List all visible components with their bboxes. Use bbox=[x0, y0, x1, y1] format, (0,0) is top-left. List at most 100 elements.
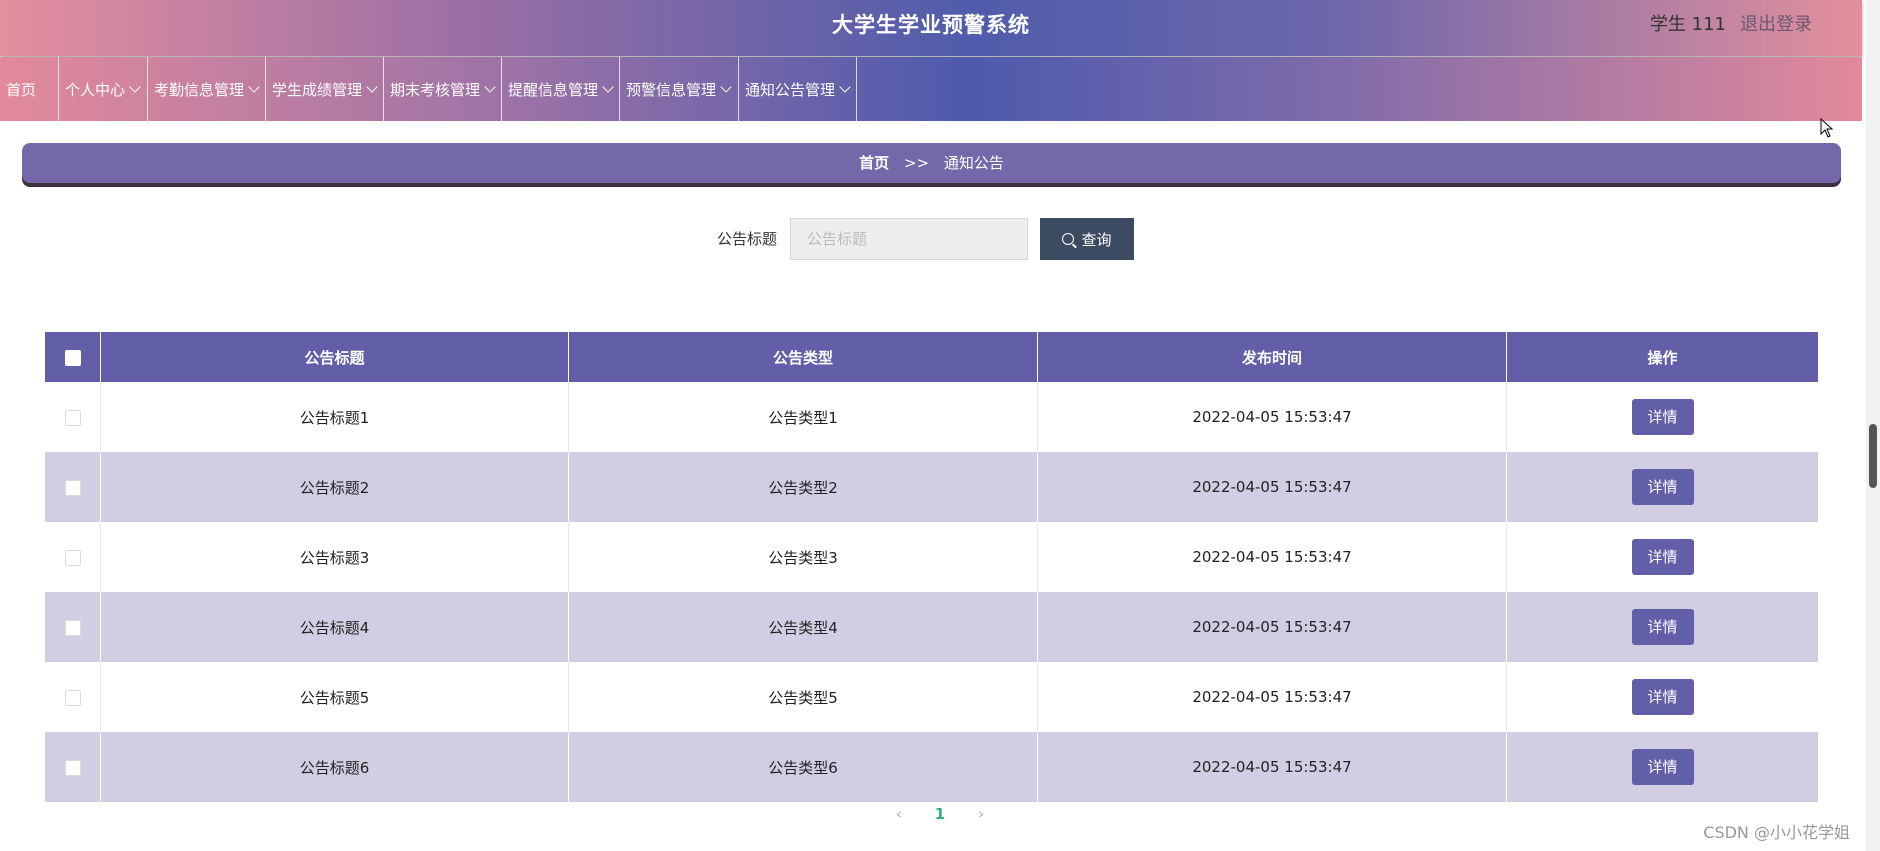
table-header-row: 公告标题 公告类型 发布时间 操作 bbox=[45, 332, 1818, 382]
column-header-action: 操作 bbox=[1506, 332, 1818, 382]
row-select-cell bbox=[45, 452, 101, 522]
cell-time: 2022-04-05 15:53:47 bbox=[1037, 592, 1507, 662]
cell-type: 公告类型5 bbox=[568, 662, 1038, 732]
app-title: 大学生学业预警系统 bbox=[832, 13, 1030, 37]
cell-action: 详情 bbox=[1507, 382, 1819, 452]
breadcrumb-current: 通知公告 bbox=[943, 154, 1004, 172]
search-bar: 公告标题 查询 bbox=[0, 218, 1880, 260]
nav-item-personal-center[interactable]: 个人中心 bbox=[59, 57, 148, 121]
nav-item-reminders[interactable]: 提醒信息管理 bbox=[502, 57, 620, 121]
cell-type: 公告类型4 bbox=[568, 592, 1038, 662]
table-row: 公告标题2 公告类型2 2022-04-05 15:53:47 详情 bbox=[45, 452, 1818, 522]
nav-item-label: 提醒信息管理 bbox=[508, 80, 599, 99]
cell-time: 2022-04-05 15:53:47 bbox=[1037, 662, 1507, 732]
cell-action: 详情 bbox=[1506, 452, 1818, 522]
nav-item-attendance[interactable]: 考勤信息管理 bbox=[148, 57, 266, 121]
detail-button[interactable]: 详情 bbox=[1631, 469, 1694, 505]
search-button[interactable]: 查询 bbox=[1040, 218, 1134, 260]
nav-item-label: 学生成绩管理 bbox=[272, 80, 363, 99]
row-select-cell bbox=[45, 522, 101, 592]
row-select-cell bbox=[45, 662, 101, 732]
cell-type: 公告类型6 bbox=[568, 732, 1038, 802]
table-row: 公告标题5 公告类型5 2022-04-05 15:53:47 详情 bbox=[45, 662, 1818, 732]
table-row: 公告标题6 公告类型6 2022-04-05 15:53:47 详情 bbox=[45, 732, 1818, 802]
nav-item-label: 通知公告管理 bbox=[745, 80, 836, 99]
nav-item-final-exams[interactable]: 期末考核管理 bbox=[384, 57, 502, 121]
main-nav: 首页 个人中心 考勤信息管理 学生成绩管理 期末考核管理 提醒信息管理 预警信息… bbox=[0, 57, 1862, 121]
detail-button[interactable]: 详情 bbox=[1631, 679, 1694, 715]
nav-item-label: 预警信息管理 bbox=[626, 80, 717, 99]
scrollbar-thumb[interactable] bbox=[1869, 424, 1877, 488]
detail-button[interactable]: 详情 bbox=[1631, 749, 1694, 785]
chevron-down-icon bbox=[248, 80, 260, 93]
search-button-label: 查询 bbox=[1081, 231, 1112, 249]
table-row: 公告标题1 公告类型1 2022-04-05 15:53:47 详情 bbox=[45, 382, 1818, 452]
user-name: 学生 111 bbox=[1649, 14, 1726, 35]
cell-time: 2022-04-05 15:53:47 bbox=[1037, 732, 1507, 802]
row-select-cell bbox=[45, 732, 101, 802]
chevron-down-icon bbox=[720, 80, 732, 93]
column-header-title: 公告标题 bbox=[100, 332, 569, 382]
row-checkbox[interactable] bbox=[64, 689, 81, 706]
cell-time: 2022-04-05 15:53:47 bbox=[1037, 452, 1507, 522]
cell-action: 详情 bbox=[1507, 662, 1819, 732]
nav-item-warnings[interactable]: 预警信息管理 bbox=[620, 57, 739, 121]
row-checkbox[interactable] bbox=[64, 549, 81, 566]
row-checkbox[interactable] bbox=[64, 479, 81, 496]
chevron-down-icon bbox=[484, 80, 496, 93]
cell-time: 2022-04-05 15:53:47 bbox=[1037, 522, 1507, 592]
nav-item-label: 考勤信息管理 bbox=[154, 80, 245, 99]
next-page-button[interactable]: › bbox=[978, 805, 984, 823]
nav-item-label: 个人中心 bbox=[65, 80, 126, 99]
app-header: 大学生学业预警系统 学生 111 退出登录 bbox=[0, 0, 1862, 56]
nav-item-label: 期末考核管理 bbox=[390, 80, 481, 99]
cell-action: 详情 bbox=[1506, 592, 1818, 662]
cell-title: 公告标题3 bbox=[100, 522, 569, 592]
column-header-type: 公告类型 bbox=[568, 332, 1038, 382]
row-checkbox[interactable] bbox=[64, 619, 81, 636]
breadcrumb: 首页 >> 通知公告 bbox=[22, 143, 1841, 183]
prev-page-button[interactable]: ‹ bbox=[896, 805, 902, 823]
cell-type: 公告类型1 bbox=[568, 382, 1038, 452]
cell-title: 公告标题6 bbox=[100, 732, 569, 802]
row-select-cell bbox=[45, 592, 101, 662]
watermark: CSDN @小小花学姐 bbox=[1703, 823, 1850, 842]
cell-title: 公告标题4 bbox=[100, 592, 569, 662]
cell-type: 公告类型2 bbox=[568, 452, 1038, 522]
search-icon bbox=[1062, 233, 1075, 245]
row-select-cell bbox=[45, 382, 101, 452]
detail-button[interactable]: 详情 bbox=[1631, 399, 1694, 435]
detail-button[interactable]: 详情 bbox=[1631, 609, 1694, 645]
announcement-table: 公告标题 公告类型 发布时间 操作 公告标题1 公告类型1 2022-04-05… bbox=[45, 332, 1818, 802]
nav-item-announcements[interactable]: 通知公告管理 bbox=[739, 57, 857, 121]
cell-action: 详情 bbox=[1507, 522, 1819, 592]
cell-title: 公告标题1 bbox=[100, 382, 569, 452]
chevron-down-icon bbox=[602, 80, 614, 93]
select-all-checkbox[interactable] bbox=[64, 349, 81, 366]
column-header-time: 发布时间 bbox=[1037, 332, 1507, 382]
cell-title: 公告标题5 bbox=[100, 662, 569, 732]
cell-type: 公告类型3 bbox=[568, 522, 1038, 592]
search-input[interactable] bbox=[790, 218, 1028, 260]
cell-time: 2022-04-05 15:53:47 bbox=[1037, 382, 1507, 452]
row-checkbox[interactable] bbox=[64, 409, 81, 426]
table-row: 公告标题3 公告类型3 2022-04-05 15:53:47 详情 bbox=[45, 522, 1818, 592]
select-all-cell bbox=[45, 332, 101, 382]
search-label: 公告标题 bbox=[717, 230, 778, 248]
logout-link[interactable]: 退出登录 bbox=[1740, 0, 1812, 50]
chevron-down-icon bbox=[129, 80, 141, 93]
nav-item-grades[interactable]: 学生成绩管理 bbox=[266, 57, 384, 121]
breadcrumb-separator: >> bbox=[903, 154, 930, 172]
nav-item-home[interactable]: 首页 bbox=[0, 57, 59, 121]
chevron-down-icon bbox=[366, 80, 378, 93]
cell-action: 详情 bbox=[1506, 732, 1818, 802]
page-number-current[interactable]: 1 bbox=[935, 805, 945, 823]
chevron-down-icon bbox=[839, 80, 851, 93]
detail-button[interactable]: 详情 bbox=[1631, 539, 1694, 575]
row-checkbox[interactable] bbox=[64, 759, 81, 776]
mouse-cursor-icon bbox=[1820, 118, 1834, 138]
vertical-scrollbar[interactable] bbox=[1866, 0, 1880, 851]
breadcrumb-home[interactable]: 首页 bbox=[859, 154, 889, 172]
cell-title: 公告标题2 bbox=[100, 452, 569, 522]
table-row: 公告标题4 公告类型4 2022-04-05 15:53:47 详情 bbox=[45, 592, 1818, 662]
